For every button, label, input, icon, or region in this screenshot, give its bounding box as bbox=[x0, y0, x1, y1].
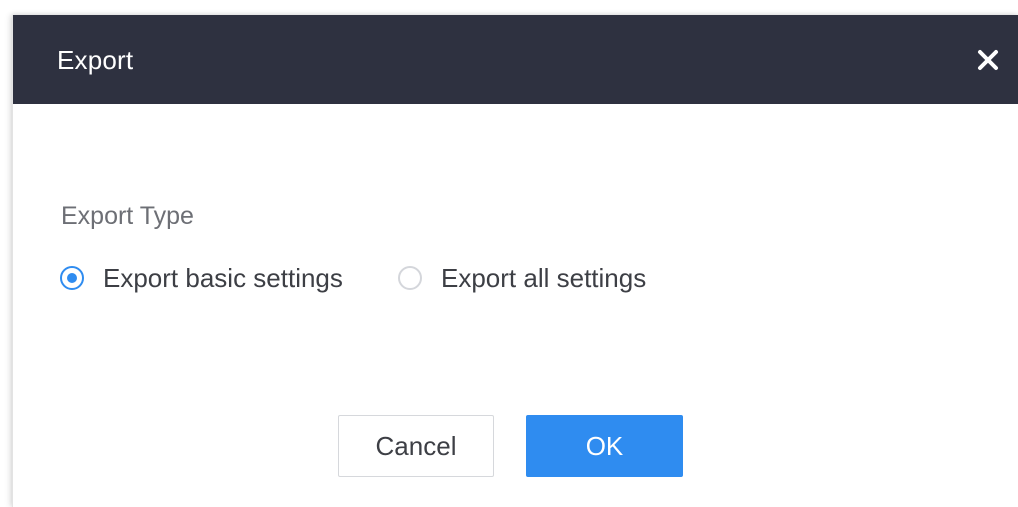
radio-label-all: Export all settings bbox=[441, 263, 647, 293]
ok-button[interactable]: OK bbox=[526, 415, 683, 477]
close-icon bbox=[978, 50, 998, 70]
cancel-button[interactable]: Cancel bbox=[338, 415, 494, 477]
close-button[interactable] bbox=[973, 45, 1003, 75]
radio-unchecked-icon[interactable] bbox=[398, 266, 422, 290]
dialog-title: Export bbox=[57, 45, 134, 75]
export-type-label: Export Type bbox=[61, 202, 194, 230]
export-dialog: Export Export Type Export basic settings… bbox=[12, 15, 1018, 507]
dialog-header: Export bbox=[13, 15, 1018, 104]
radio-checked-icon[interactable] bbox=[60, 266, 84, 290]
radio-export-all-settings[interactable]: Export all settings bbox=[398, 262, 646, 294]
radio-export-basic-settings[interactable]: Export basic settings bbox=[60, 262, 343, 294]
radio-label-basic: Export basic settings bbox=[103, 263, 343, 293]
